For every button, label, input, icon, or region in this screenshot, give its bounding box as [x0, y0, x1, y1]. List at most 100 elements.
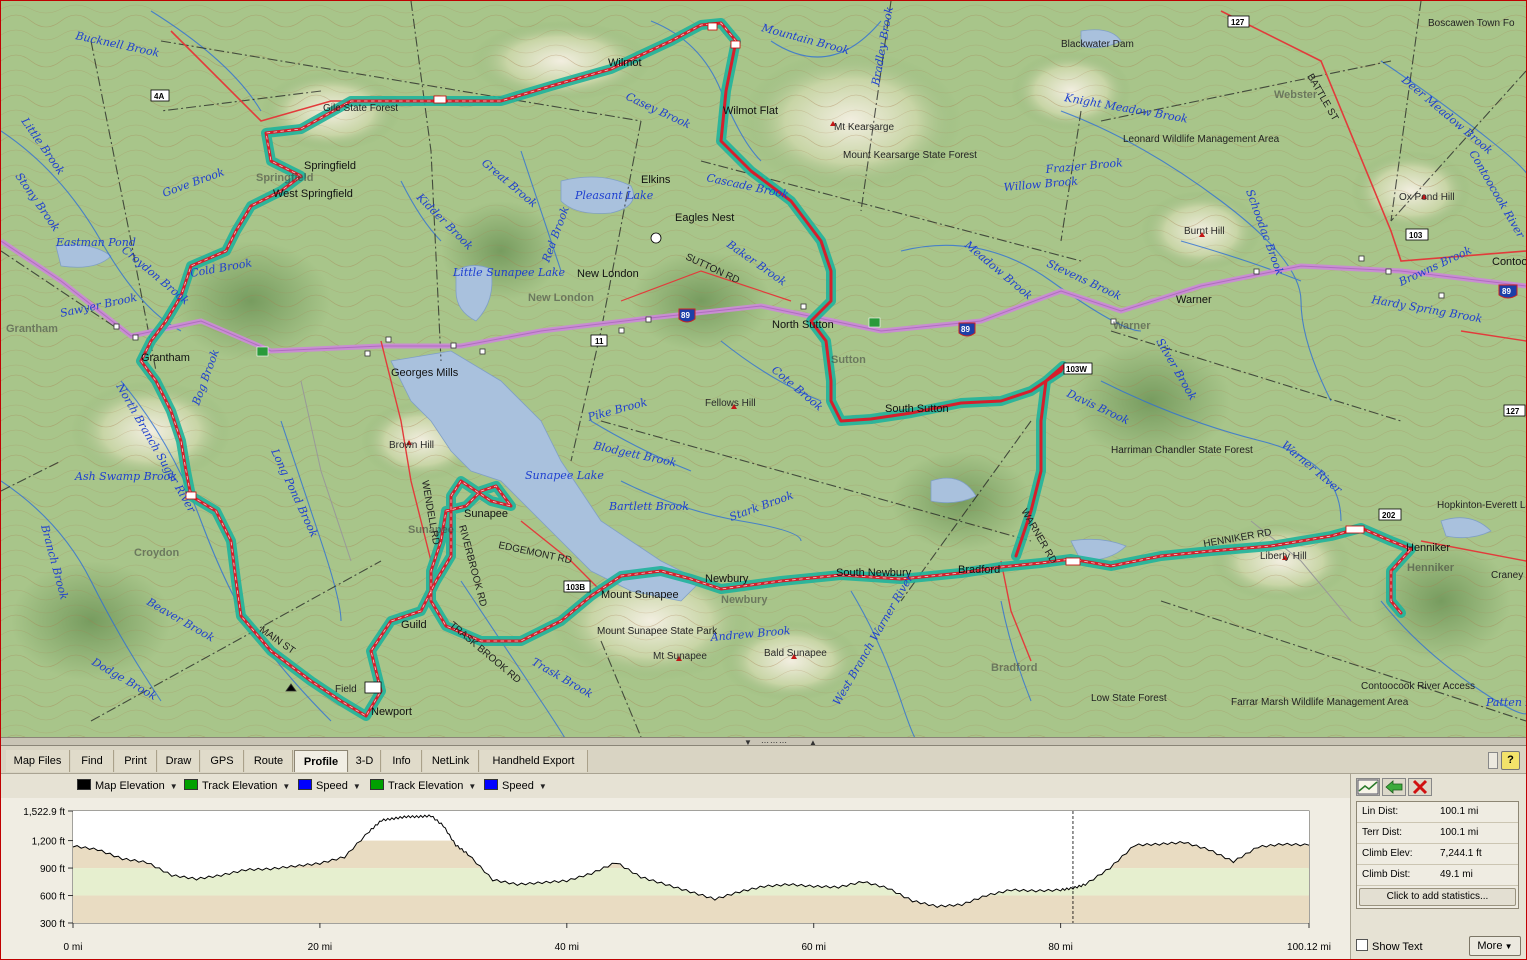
svg-text:127: 127 [1231, 18, 1245, 27]
tab-route[interactable]: Route [245, 750, 293, 772]
y-tick-label: 1,200 ft [32, 837, 66, 848]
svg-text:89: 89 [681, 311, 690, 320]
svg-text:Sutton: Sutton [831, 354, 866, 366]
back-arrow-icon[interactable] [1382, 778, 1406, 796]
svg-text:Newbury: Newbury [721, 594, 768, 606]
legend-track-elevation[interactable]: Track Elevation ▼ [184, 779, 290, 793]
svg-text:202: 202 [1382, 511, 1396, 520]
svg-text:West Springfield: West Springfield [273, 188, 353, 200]
svg-text:127: 127 [1506, 407, 1520, 416]
dropdown-arrow-icon[interactable]: ▼ [282, 782, 290, 791]
svg-text:South Newbury: South Newbury [836, 567, 912, 579]
y-tick-label: 300 ft [40, 919, 65, 930]
svg-text:Springfield: Springfield [256, 172, 313, 184]
svg-text:Contoo: Contoo [1492, 256, 1526, 268]
more-button[interactable]: More ▼ [1469, 936, 1521, 956]
svg-text:Farrar Marsh Wildlife Manageme: Farrar Marsh Wildlife Management Area [1231, 697, 1409, 708]
svg-text:Gile State Forest: Gile State Forest [323, 103, 398, 114]
panel-splitter[interactable]: ▼ ⋯⋯⋯ ▲ [1, 737, 1526, 747]
svg-text:89: 89 [1502, 287, 1511, 296]
x-tick-label: 80 mi [1048, 942, 1072, 953]
tab-netlink[interactable]: NetLink [423, 750, 479, 772]
legend-track-elevation-2[interactable]: Track Elevation ▼ [370, 779, 476, 793]
svg-text:North Sutton: North Sutton [772, 319, 834, 331]
dropdown-arrow-icon[interactable]: ▼ [468, 782, 476, 791]
svg-text:Craney: Craney [1491, 570, 1523, 581]
svg-text:Mount Sunapee State Park: Mount Sunapee State Park [597, 626, 718, 637]
tab-find[interactable]: Find [71, 750, 114, 772]
legend-bar: Map Elevation ▼ Track Elevation ▼ Speed ▼ T… [1, 774, 1526, 798]
tab-info[interactable]: Info [382, 750, 422, 772]
svg-text:103: 103 [1409, 231, 1423, 240]
topo-map[interactable]: 4A 127 11 89 89 89 103 103W 103B 202 127… [1, 1, 1526, 737]
tab-map-files[interactable]: Map Files [6, 750, 70, 772]
stats-table: Lin Dist: 100.1 mi Terr Dist: 100.1 mi Cli… [1356, 801, 1519, 909]
svg-text:Springfield: Springfield [304, 160, 356, 172]
profile-chart[interactable]: 1,522.9 ft 1,200 ft 900 ft 600 ft 300 ft 0 mi… [1, 798, 1350, 959]
legend-speed[interactable]: Speed ▼ [298, 779, 361, 793]
svg-text:Sunapee Lake: Sunapee Lake [525, 469, 604, 482]
dropdown-arrow-icon[interactable]: ▼ [170, 782, 178, 791]
stats-panel: Lin Dist: 100.1 mi Terr Dist: 100.1 mi Cli… [1350, 774, 1526, 959]
swatch-icon [77, 779, 91, 790]
svg-text:Bald Sunapee: Bald Sunapee [764, 648, 827, 659]
svg-text:Elkins: Elkins [641, 174, 671, 186]
add-statistics-button[interactable]: Click to add statistics... [1359, 888, 1516, 906]
svg-text:South Sutton: South Sutton [885, 403, 949, 415]
svg-text:Mount Kearsarge State Forest: Mount Kearsarge State Forest [843, 150, 977, 161]
swatch-icon [484, 779, 498, 790]
svg-text:Warner: Warner [1176, 294, 1212, 306]
svg-text:Pleasant Lake: Pleasant Lake [574, 189, 654, 202]
stat-row: Climb Dist: 49.1 mi [1357, 865, 1518, 886]
svg-text:Webster: Webster [1274, 89, 1318, 101]
legend-map-elevation[interactable]: Map Elevation ▼ [77, 779, 178, 793]
svg-text:Field: Field [335, 684, 357, 695]
svg-text:New London: New London [577, 268, 639, 280]
stat-row: Lin Dist: 100.1 mi [1357, 802, 1518, 823]
y-tick-label: 600 ft [40, 892, 65, 903]
svg-text:Croydon: Croydon [134, 547, 180, 559]
dropdown-arrow-icon[interactable]: ▼ [353, 782, 361, 791]
svg-text:Patten Brook: Patten Brook [1485, 696, 1526, 709]
legend-speed-2[interactable]: Speed ▼ [484, 779, 547, 793]
tab-profile[interactable]: Profile [294, 750, 348, 772]
help-icon[interactable]: ? [1501, 751, 1520, 770]
svg-text:Little Sunapee Lake: Little Sunapee Lake [452, 266, 566, 279]
x-tick-label: 60 mi [801, 942, 825, 953]
svg-text:Blackwater Dam: Blackwater Dam [1061, 39, 1134, 50]
map-canvas[interactable]: 4A 127 11 89 89 89 103 103W 103B 202 127… [1, 1, 1526, 737]
show-text-checkbox[interactable]: Show Text [1356, 939, 1423, 953]
checkbox-icon[interactable] [1356, 939, 1368, 951]
svg-text:Wilmot: Wilmot [608, 57, 642, 69]
app-window: 4A 127 11 89 89 89 103 103W 103B 202 127… [0, 0, 1527, 960]
svg-text:Sunapee: Sunapee [464, 508, 508, 520]
profile-graph-icon[interactable] [1356, 778, 1380, 796]
svg-text:Guild: Guild [401, 619, 427, 631]
svg-text:Low State Forest: Low State Forest [1091, 693, 1167, 704]
svg-text:Mount Sunapee: Mount Sunapee [601, 589, 679, 601]
tab-handheld-export[interactable]: Handheld Export [480, 750, 588, 772]
svg-text:Newport: Newport [371, 706, 412, 718]
tab-scroll-button[interactable] [1488, 752, 1498, 769]
swatch-icon [370, 779, 384, 790]
svg-text:Leonard Wildlife Management Ar: Leonard Wildlife Management Area [1123, 134, 1280, 145]
svg-text:Grantham: Grantham [6, 323, 58, 335]
tab-print[interactable]: Print [115, 750, 157, 772]
svg-text:Grantham: Grantham [141, 352, 190, 364]
x-tick-label: 40 mi [555, 942, 579, 953]
svg-text:Eagles Nest: Eagles Nest [675, 212, 734, 224]
svg-text:Hopkinton-Everett Lake: Hopkinton-Everett Lake [1437, 500, 1526, 511]
svg-text:Burnt Hill: Burnt Hill [1184, 226, 1225, 237]
tab-gps[interactable]: GPS [201, 750, 244, 772]
svg-text:Mt Kearsarge: Mt Kearsarge [834, 122, 894, 133]
tab-draw[interactable]: Draw [158, 750, 200, 772]
svg-text:89: 89 [961, 325, 970, 334]
svg-text:103W: 103W [1066, 365, 1087, 374]
svg-text:Wilmot Flat: Wilmot Flat [723, 105, 778, 117]
dropdown-arrow-icon[interactable]: ▼ [539, 782, 547, 791]
svg-text:Boscawen Town Fo: Boscawen Town Fo [1428, 18, 1515, 29]
tab-3d[interactable]: 3-D [349, 750, 381, 772]
delete-icon[interactable] [1408, 778, 1432, 796]
elevation-profile[interactable]: 1,522.9 ft 1,200 ft 900 ft 600 ft 300 ft 0 mi… [1, 798, 1350, 959]
tab-bar: Map Files Find Print Draw GPS Route Prof… [1, 746, 1526, 774]
